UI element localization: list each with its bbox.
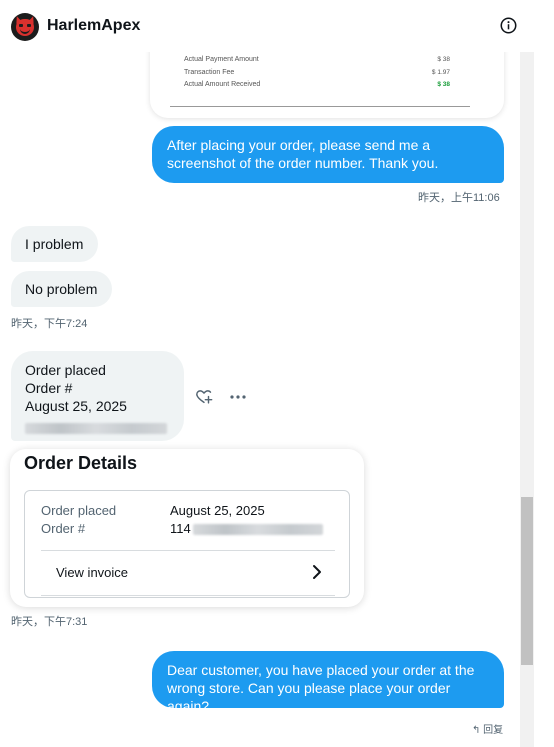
message-text: Dear customer, you have placed your orde… <box>167 662 475 714</box>
order-placed-value: August 25, 2025 <box>170 503 265 518</box>
redacted-text <box>25 422 167 434</box>
receipt-label: Actual Payment Amount <box>184 56 259 63</box>
reply-button[interactable]: ↰ 回复 <box>472 721 503 736</box>
order-summary-box: Order placed August 25, 2025 Order # 114… <box>24 490 350 598</box>
order-details-title: Order Details <box>24 453 138 473</box>
divider <box>41 595 335 596</box>
message-bubble-outgoing[interactable]: After placing your order, please send me… <box>152 126 504 183</box>
order-placed-label: Order placed <box>41 503 117 518</box>
order-number-label: Order # <box>41 521 86 536</box>
order-number-prefix: 114 <box>170 521 191 536</box>
reply-label: 回复 <box>483 725 504 736</box>
chevron-right-icon[interactable] <box>311 564 323 580</box>
divider <box>170 106 470 107</box>
redacted-text <box>192 524 323 536</box>
conversation-title[interactable]: HarlemApex <box>47 17 140 35</box>
info-icon[interactable] <box>500 17 517 34</box>
message-bubble-incoming[interactable]: No problem <box>11 271 112 307</box>
scrollbar-thumb[interactable] <box>521 497 533 665</box>
conversation-header: HarlemApex <box>0 0 554 52</box>
receipt-value: $ 38 <box>437 81 450 88</box>
heart-plus-icon[interactable] <box>195 388 213 406</box>
message-text: Order # <box>25 380 73 396</box>
order-number-value: 114 <box>170 521 323 536</box>
receipt-label: Actual Amount Received <box>184 81 261 88</box>
more-horizontal-icon[interactable] <box>229 389 247 405</box>
receipt-value: $ 1.97 <box>431 69 450 76</box>
receipt-label: Transaction Fee <box>184 69 235 76</box>
order-details-card[interactable]: Order Details Order placed August 25, 20… <box>10 449 364 607</box>
message-timestamp: 昨天，下午7:31 <box>11 616 88 628</box>
reply-arrow-icon: ↰ <box>472 725 481 736</box>
receipt-value: $ 38 <box>437 56 450 63</box>
view-invoice-link[interactable]: View invoice <box>56 565 128 580</box>
message-text: Order placed <box>25 362 106 378</box>
message-text: August 25, 2025 <box>25 398 127 414</box>
message-text: No problem <box>25 281 98 297</box>
message-bubble-outgoing[interactable]: Dear customer, you have placed your orde… <box>152 651 504 714</box>
devil-emoji-icon[interactable] <box>11 13 39 41</box>
message-timestamp: 昨天，上午11:06 <box>418 192 500 204</box>
message-text: After placing your order, please send me… <box>167 137 439 171</box>
divider <box>41 550 335 551</box>
message-bubble-incoming[interactable]: Order placed Order # August 25, 2025 <box>11 351 184 441</box>
message-timestamp: 昨天，下午7:24 <box>11 318 88 330</box>
message-text: I problem <box>25 236 84 252</box>
message-bubble-incoming[interactable]: I problem <box>11 226 98 262</box>
